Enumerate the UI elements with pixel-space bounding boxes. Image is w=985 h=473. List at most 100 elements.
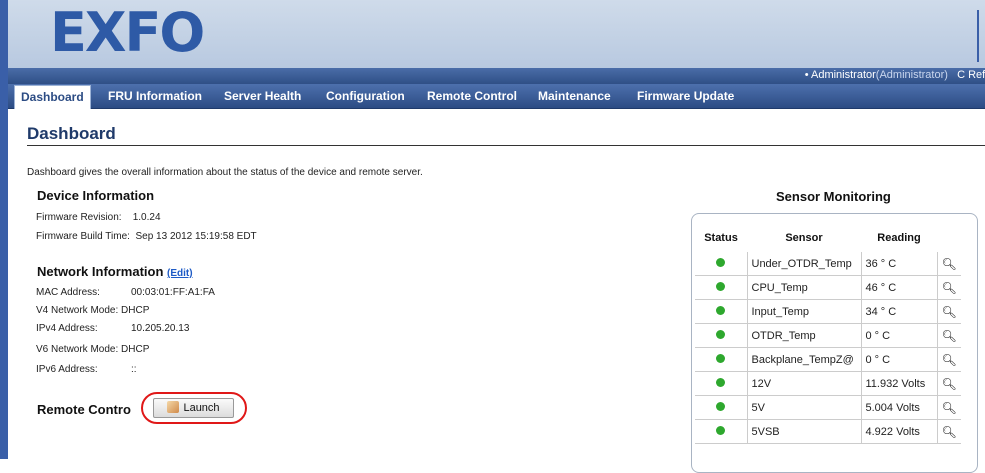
table-row: Under_OTDR_Temp 36 ° C 🔍︎: [695, 252, 961, 276]
page-title: Dashboard: [27, 124, 116, 143]
tab-dashboard[interactable]: Dashboard: [14, 85, 91, 109]
title-divider: [27, 145, 985, 146]
magnifier-icon[interactable]: 🔍︎: [942, 353, 957, 367]
sensor-table: Status Sensor Reading Under_OTDR_Temp 36 …: [695, 224, 961, 444]
network-info-heading: Network Information (Edit): [37, 264, 193, 279]
sensor-rows: Under_OTDR_Temp 36 ° C 🔍︎ CPU_Temp 46 ° C 🔍︎ I…: [695, 252, 961, 444]
v4-mode-value: DHCP: [121, 305, 150, 316]
user-name[interactable]: Administrator: [811, 69, 876, 81]
status-ok-icon: [716, 401, 726, 411]
sensor-name: Under_OTDR_Temp: [746, 252, 861, 276]
ipv4-row: IPv4 Address: 10.205.20.13: [36, 323, 189, 334]
v4-mode-label: V4 Network Mode:: [36, 305, 119, 316]
sensor-detail-cell: 🔍︎: [936, 347, 961, 372]
status-ok-icon: [716, 281, 726, 291]
app-header: EXFO: [8, 0, 985, 68]
table-row: Backplane_TempZ@ 0 ° C 🔍︎: [695, 347, 961, 372]
sensor-detail-cell: 🔍︎: [936, 275, 961, 300]
launch-button[interactable]: Launch: [153, 398, 234, 418]
magnifier-icon[interactable]: 🔍︎: [942, 329, 957, 343]
status-ok-icon: [716, 257, 726, 267]
col-sensor: Sensor: [785, 232, 823, 244]
mac-label: MAC Address:: [36, 287, 100, 298]
mac-row: MAC Address: 00:03:01:FF:A1:FA: [36, 287, 215, 298]
java-icon: [167, 401, 180, 413]
sensor-name: 5VSB: [746, 419, 861, 444]
table-row: CPU_Temp 46 ° C 🔍︎: [695, 275, 961, 300]
status-ok-icon: [716, 329, 726, 339]
firmware-revision-row: Firmware Revision: 1.0.24: [36, 212, 161, 223]
table-row: Input_Temp 34 ° C 🔍︎: [695, 299, 961, 324]
v6-mode-value: DHCP: [121, 344, 150, 355]
magnifier-icon[interactable]: 🔍︎: [942, 425, 957, 439]
tab-configuration[interactable]: Configuration: [320, 84, 411, 108]
status-cell: [695, 371, 747, 396]
magnifier-icon[interactable]: 🔍︎: [942, 281, 957, 295]
status-ok-icon: [716, 305, 726, 315]
ipv6-value: ::: [131, 364, 137, 375]
table-row: 12V 11.932 Volts 🔍︎: [695, 371, 961, 396]
sensor-reading: 34 ° C: [860, 299, 937, 324]
tab-fru-information[interactable]: FRU Information: [102, 84, 208, 108]
v4-mode-row: V4 Network Mode: DHCP: [36, 305, 149, 316]
sensor-monitoring-title: Sensor Monitoring: [776, 189, 891, 204]
sensor-panel: Status Sensor Reading Under_OTDR_Temp 36 …: [691, 213, 978, 473]
sensor-reading: 0 ° C: [860, 323, 937, 348]
status-cell: [695, 323, 747, 348]
v6-mode-row: V6 Network Mode: DHCP: [36, 344, 149, 355]
col-action: [937, 224, 961, 252]
firmware-revision-label: Firmware Revision:: [36, 212, 122, 223]
firmware-build-value: Sep 13 2012 15:19:58 EDT: [135, 231, 257, 242]
magnifier-icon[interactable]: 🔍︎: [942, 305, 957, 319]
status-cell: [695, 299, 747, 324]
col-reading: Reading: [877, 232, 921, 244]
status-cell: [695, 395, 747, 420]
main-nav: Dashboard FRU Information Server Health …: [8, 84, 985, 109]
edit-network-link[interactable]: (Edit): [167, 268, 193, 279]
sensor-name: Input_Temp: [746, 299, 861, 324]
col-status: Status: [704, 232, 738, 244]
status-cell: [695, 252, 747, 276]
sensor-reading: 36 ° C: [860, 252, 937, 276]
device-info-heading: Device Information: [37, 188, 155, 203]
sensor-reading: 4.922 Volts: [860, 419, 937, 444]
sensor-detail-cell: 🔍︎: [936, 419, 961, 444]
sensor-reading: 0 ° C: [860, 347, 937, 372]
sensor-name: 5V: [746, 395, 861, 420]
status-cell: [695, 275, 747, 300]
magnifier-icon[interactable]: 🔍︎: [942, 401, 957, 415]
network-info-title: Network Information: [37, 264, 164, 279]
tab-server-health[interactable]: Server Health: [218, 84, 307, 108]
sensor-detail-cell: 🔍︎: [936, 395, 961, 420]
table-row: 5V 5.004 Volts 🔍︎: [695, 395, 961, 420]
ipv4-label: IPv4 Address:: [36, 323, 98, 334]
status-cell: [695, 419, 747, 444]
status-ok-icon: [716, 353, 726, 363]
sensor-detail-cell: 🔍︎: [936, 299, 961, 324]
magnifier-icon[interactable]: 🔍︎: [942, 377, 957, 391]
sensor-detail-cell: 🔍︎: [936, 371, 961, 396]
mac-value: 00:03:01:FF:A1:FA: [131, 287, 215, 298]
table-row: 5VSB 4.922 Volts 🔍︎: [695, 419, 961, 444]
sensor-reading: 5.004 Volts: [860, 395, 937, 420]
ipv6-row: IPv6 Address:::: [36, 364, 137, 375]
v6-mode-label: V6 Network Mode:: [36, 344, 119, 355]
ipv4-value: 10.205.20.13: [131, 323, 190, 334]
sensor-reading: 11.932 Volts: [860, 371, 937, 396]
firmware-build-row: Firmware Build Time: Sep 13 2012 15:19:5…: [36, 231, 257, 242]
user-bullet-icon: •: [804, 69, 809, 81]
sensor-detail-cell: 🔍︎: [936, 252, 961, 276]
table-row: OTDR_Temp 0 ° C 🔍︎: [695, 323, 961, 348]
header-divider: [977, 10, 979, 62]
user-role: (Administrator): [875, 69, 948, 81]
page-description: Dashboard gives the overall information …: [27, 167, 423, 178]
magnifier-icon[interactable]: 🔍︎: [942, 257, 957, 271]
remote-control-label: Remote Contro: [37, 402, 131, 417]
tab-maintenance[interactable]: Maintenance: [532, 84, 617, 108]
launch-label: Launch: [183, 402, 220, 414]
sensor-detail-cell: 🔍︎: [936, 323, 961, 348]
refresh-link[interactable]: C Refre: [957, 69, 985, 81]
tab-remote-control[interactable]: Remote Control: [421, 84, 523, 108]
tab-firmware-update[interactable]: Firmware Update: [631, 84, 740, 108]
ipv6-label: IPv6 Address:: [36, 364, 98, 375]
